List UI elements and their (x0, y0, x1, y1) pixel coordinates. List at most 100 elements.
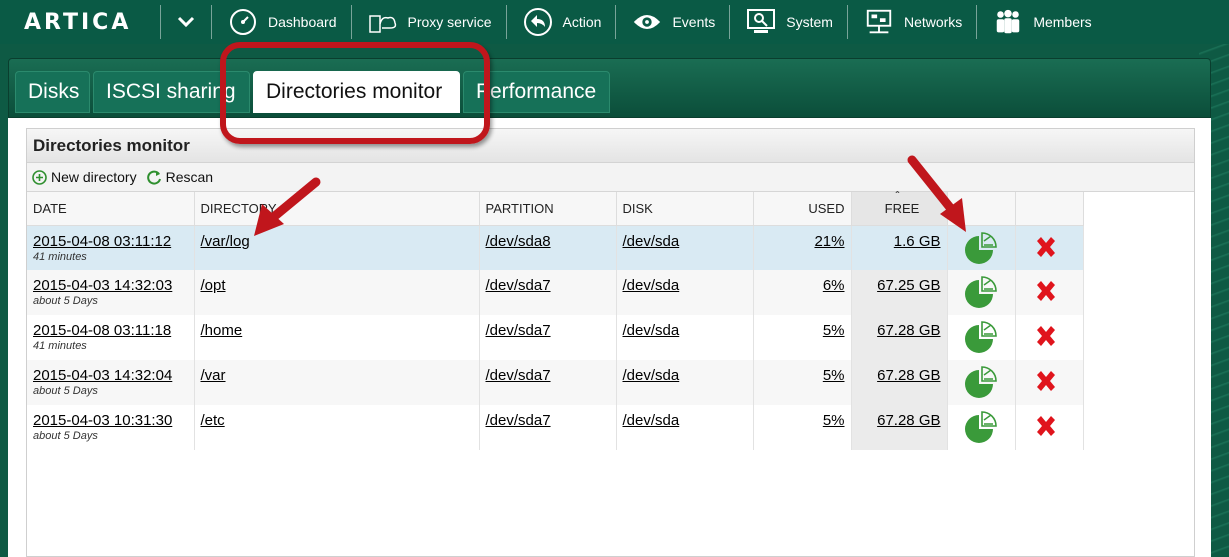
time-ago: 41 minutes (33, 250, 87, 263)
table-row[interactable]: 2015-04-03 14:32:03 about 5 Days/opt/dev/… (27, 270, 1084, 315)
cell-partition: /dev/sda7 (479, 270, 617, 315)
table-row[interactable]: 2015-04-08 03:11:18 41 minutes/home/dev/s… (27, 315, 1084, 360)
time-ago: about 5 Days (33, 430, 98, 442)
partition-link[interactable]: /dev/sda7 (486, 412, 551, 429)
nav-action[interactable]: Action (507, 0, 616, 44)
nav-dashboard[interactable]: Dashboard (212, 0, 351, 44)
cell-free: 67.28 GB (851, 405, 948, 450)
partition-link[interactable]: /dev/sda7 (486, 277, 551, 294)
tab-disks[interactable]: Disks (15, 71, 90, 113)
delete-icon[interactable] (1032, 413, 1060, 441)
cell-disk: /dev/sda (616, 315, 754, 360)
pie-chart-icon[interactable] (964, 410, 998, 444)
nav-proxy-service[interactable]: Proxy service (352, 0, 506, 44)
tab-directories-monitor[interactable]: Directories monitor (253, 71, 460, 113)
action-icon (523, 7, 553, 37)
date-link[interactable]: 2015-04-03 14:32:04 (33, 367, 172, 384)
nav-system[interactable]: System (730, 0, 847, 44)
column-header-free[interactable]: ˆ FREE (851, 189, 948, 226)
refresh-icon (146, 170, 162, 185)
partition-link[interactable]: /dev/sda8 (486, 233, 551, 250)
partition-link[interactable]: /dev/sda7 (486, 367, 551, 384)
members-icon (993, 7, 1023, 37)
disk-link[interactable]: /dev/sda (623, 322, 680, 339)
time-ago: about 5 Days (33, 385, 98, 397)
directory-link[interactable]: /var/log (201, 233, 250, 250)
date-link[interactable]: 2015-04-08 03:11:18 (33, 322, 171, 339)
disk-link[interactable]: /dev/sda (623, 412, 680, 429)
cell-used: 5% (753, 315, 852, 360)
pie-chart-icon[interactable] (964, 231, 998, 265)
free-link[interactable]: 67.28 GB (877, 367, 940, 384)
nav-events[interactable]: Events (616, 0, 729, 44)
table-row[interactable]: 2015-04-03 14:32:04 about 5 Days/var/dev/… (27, 360, 1084, 405)
free-link[interactable]: 67.28 GB (877, 412, 940, 429)
date-link[interactable]: 2015-04-03 10:31:30 (33, 412, 172, 429)
directories-monitor-panel: Directories monitor New directory Rescan… (26, 128, 1195, 557)
cell-date: 2015-04-08 03:11:18 41 minutes (27, 315, 195, 360)
cell-directory: /home (194, 315, 480, 360)
rescan-button[interactable]: Rescan (146, 169, 214, 185)
used-link[interactable]: 5% (823, 367, 845, 384)
cell-partition: /dev/sda8 (479, 225, 617, 270)
used-link[interactable]: 21% (814, 233, 844, 250)
directory-link[interactable]: /var (201, 367, 226, 384)
column-header-delete (1015, 192, 1084, 226)
time-ago: 41 minutes (33, 340, 87, 352)
menu-toggle-button[interactable] (161, 0, 211, 44)
free-link[interactable]: 67.28 GB (877, 322, 940, 339)
nav-label: Networks (903, 14, 963, 30)
pie-chart-icon[interactable] (964, 275, 998, 309)
column-header-directory[interactable]: DIRECTORY (194, 192, 480, 226)
time-ago: about 5 Days (33, 295, 98, 307)
directory-link[interactable]: /opt (201, 277, 226, 294)
used-link[interactable]: 5% (823, 412, 845, 429)
cell-directory: /var (194, 360, 480, 405)
cell-used: 6% (753, 270, 852, 315)
disk-link[interactable]: /dev/sda (623, 367, 680, 384)
disk-link[interactable]: /dev/sda (623, 277, 680, 294)
pie-chart-icon[interactable] (964, 320, 998, 354)
nav-label: Action (562, 14, 602, 30)
used-link[interactable]: 5% (823, 322, 845, 339)
column-header-disk[interactable]: DISK (616, 192, 754, 226)
nav-networks[interactable]: Networks (848, 0, 976, 44)
rescan-label: Rescan (165, 169, 214, 185)
cell-date: 2015-04-03 14:32:03 about 5 Days (27, 270, 195, 315)
delete-icon[interactable] (1032, 368, 1060, 396)
tab-bar: Disks ISCSI sharing Directories monitor … (8, 58, 1211, 118)
cell-chart (947, 315, 1016, 360)
delete-icon[interactable] (1032, 278, 1060, 306)
date-link[interactable]: 2015-04-03 14:32:03 (33, 277, 172, 294)
table-row[interactable]: 2015-04-03 10:31:30 about 5 Days/etc/dev/… (27, 405, 1084, 450)
nav-label: Proxy service (407, 14, 492, 30)
new-directory-button[interactable]: New directory (32, 169, 137, 185)
cell-delete (1015, 315, 1084, 360)
proxy-service-icon (368, 7, 398, 37)
used-link[interactable]: 6% (823, 277, 845, 294)
table-row[interactable]: 2015-04-08 03:11:12 41 minutes/var/log/de… (27, 225, 1084, 270)
free-link[interactable]: 1.6 GB (894, 233, 941, 250)
partition-link[interactable]: /dev/sda7 (486, 322, 551, 339)
delete-icon[interactable] (1032, 234, 1060, 262)
tab-performance[interactable]: Performance (463, 71, 610, 113)
nav-members[interactable]: Members (977, 0, 1105, 44)
nav-label: Events (672, 14, 716, 30)
column-header-used[interactable]: USED (753, 192, 852, 226)
nav-label: Members (1033, 14, 1092, 30)
pie-chart-icon[interactable] (964, 365, 998, 399)
date-link[interactable]: 2015-04-08 03:11:12 (33, 233, 171, 250)
cell-disk: /dev/sda (616, 225, 754, 270)
cell-free: 67.28 GB (851, 315, 948, 360)
directory-link[interactable]: /home (201, 322, 243, 339)
cell-free: 1.6 GB (851, 225, 948, 270)
delete-icon[interactable] (1032, 323, 1060, 351)
cell-directory: /var/log (194, 225, 480, 270)
tab-iscsi-sharing[interactable]: ISCSI sharing (93, 71, 250, 113)
column-header-date[interactable]: DATE (27, 192, 195, 226)
disk-link[interactable]: /dev/sda (623, 233, 680, 250)
artica-logo[interactable]: ARTICA (0, 0, 160, 44)
column-header-partition[interactable]: PARTITION (479, 192, 617, 226)
free-link[interactable]: 67.25 GB (877, 277, 940, 294)
directory-link[interactable]: /etc (201, 412, 225, 429)
